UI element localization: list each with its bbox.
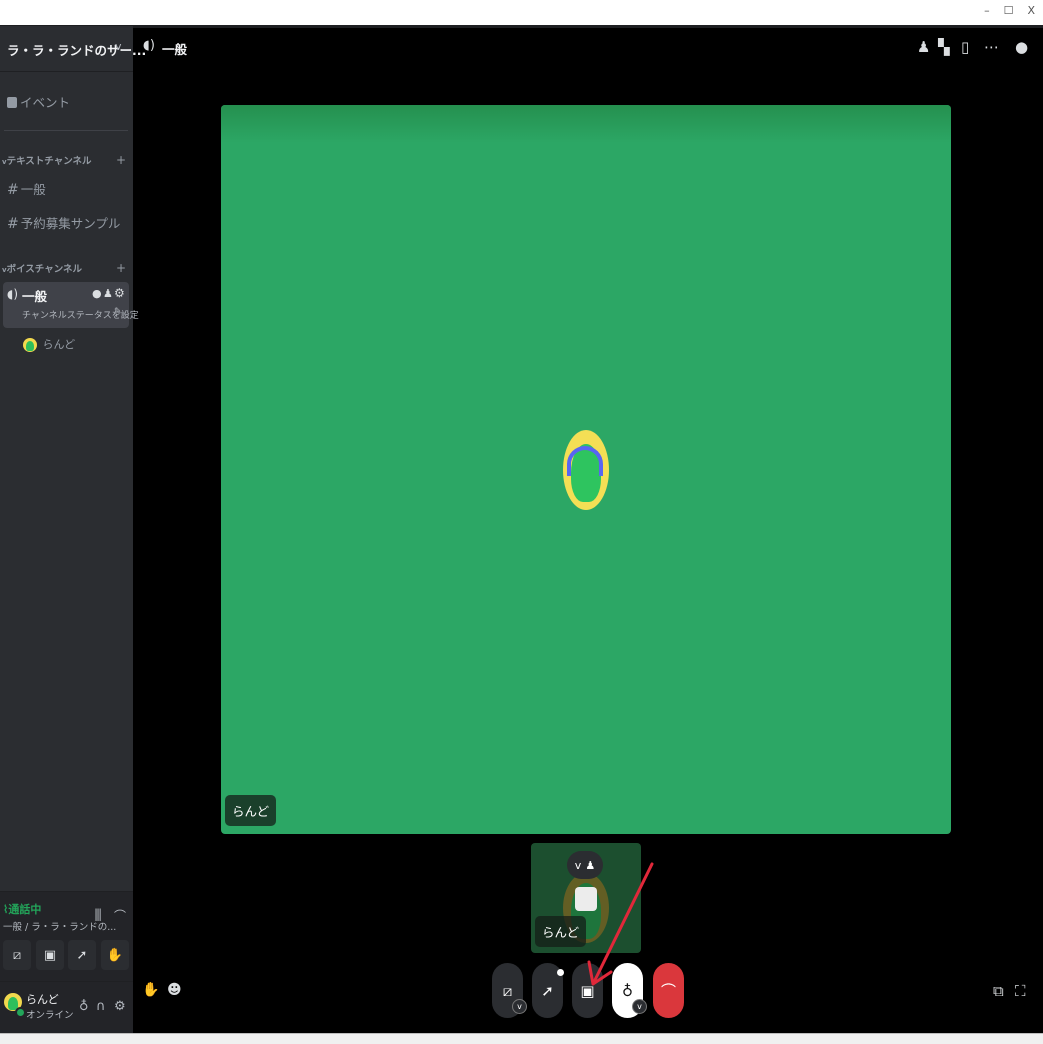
headphones-icon[interactable]: ∩ (96, 999, 106, 1014)
hash-icon: # (7, 216, 19, 232)
channel-item-general[interactable]: # 一般 (7, 179, 127, 198)
add-user-icon[interactable]: ♟ (103, 287, 113, 300)
settings-icon[interactable]: ⚙ (114, 999, 126, 1014)
window-controls: – ☐ X (984, 4, 1035, 17)
channel-sidebar: ラ・ラ・ランドのサー... v イベント vテキストチャンネル + # 一般 # 予… (0, 26, 146, 1033)
server-header[interactable]: ラ・ラ・ランドのサー... v (0, 26, 146, 72)
avatar (23, 338, 37, 352)
mic-toggle-button[interactable]: ♁ v (612, 963, 647, 1018)
camera-off-button[interactable]: ⧄ (3, 940, 31, 970)
add-user-icon[interactable]: ♟ (917, 38, 930, 56)
text-category-header[interactable]: vテキストチャンネル + (2, 153, 130, 167)
emoji-icon[interactable]: ☻ (167, 982, 182, 998)
screen-share-icon: ▣ (580, 981, 595, 1000)
chat-icon[interactable]: ● (92, 287, 102, 300)
online-status-dot (15, 1007, 26, 1018)
pencil-icon: ✎ (114, 307, 122, 317)
maximize-button[interactable]: ☐ (1004, 4, 1014, 17)
activity-icon: ➚ (76, 947, 88, 963)
thumbnail-user-label: らんど (535, 916, 587, 947)
channel-label: 一般 (20, 182, 46, 197)
settings-icon[interactable]: ⚙ (114, 286, 125, 300)
channel-label: 予約募集サンプル (20, 216, 121, 231)
noise-suppression-icon[interactable]: ||| (94, 907, 102, 921)
close-window-button[interactable]: X (1027, 4, 1035, 17)
chevron-down-icon: v (574, 858, 582, 872)
disconnect-icon: ⌒ (660, 982, 676, 1000)
screen-share-button[interactable]: ▣ (572, 963, 603, 1018)
add-channel-icon[interactable]: + (116, 153, 126, 167)
speaker-icon: ◖) (7, 287, 19, 301)
voice-user-name: らんど (42, 338, 76, 351)
activity-icon: ➚ (541, 981, 554, 1000)
avatar (563, 430, 609, 510)
camera-options-chevron[interactable]: v (512, 999, 527, 1014)
events-item[interactable]: イベント (7, 92, 127, 111)
voice-channel-label: 一般 (22, 289, 48, 304)
channel-item-reservation[interactable]: # 予約募集サンプル (7, 213, 127, 232)
mic-icon[interactable]: ♁ (79, 999, 89, 1014)
user-status: オンライン (26, 1010, 74, 1021)
add-channel-icon[interactable]: + (116, 261, 126, 275)
server-name: ラ・ラ・ランドのサー... (7, 43, 147, 58)
soundboard-icon: ✋ (106, 947, 124, 963)
voice-connected-status: ⌇通話中 (3, 903, 42, 916)
users-icon: ♟ (585, 858, 596, 872)
voice-user-item[interactable]: らんど (23, 336, 123, 352)
popout-icon[interactable]: ⧉ (993, 982, 1004, 1000)
speaker-icon: ◖) (143, 38, 155, 53)
taskbar-edge (0, 1033, 1043, 1044)
stage-user-label: らんど (225, 795, 277, 826)
hash-icon: # (7, 182, 19, 198)
popout-icon[interactable]: ▯ (961, 38, 969, 56)
voice-channel-item-general[interactable]: ◖) 一般 ● ♟ ⚙ チャンネルステータスを設定 ✎ (3, 282, 139, 328)
chat-icon[interactable]: ● (1015, 38, 1028, 56)
mic-options-chevron[interactable]: v (632, 999, 647, 1014)
soundboard-icon[interactable]: ✋ (142, 982, 159, 998)
voice-location[interactable]: 一般 / ラ・ラ・ランドの... (3, 919, 116, 933)
mic-icon: ♁ (622, 981, 633, 1000)
screen-share-icon: ▣ (43, 947, 57, 963)
top-strip (0, 25, 1043, 28)
minimize-button[interactable]: – (984, 4, 990, 17)
calendar-icon (7, 97, 17, 108)
soundboard-button[interactable]: ✋ (101, 940, 129, 970)
window-titlebar: – ☐ X (0, 0, 1043, 26)
disconnect-icon[interactable]: ⌒ (114, 907, 126, 924)
voice-category-header[interactable]: vボイスチャンネル + (2, 261, 130, 275)
stage-shade (221, 105, 951, 143)
thumbnail-controls[interactable]: v ♟ (567, 851, 603, 879)
camera-off-icon: ⧄ (502, 981, 513, 1000)
self-video-thumbnail[interactable]: v ♟ らんど (531, 843, 641, 953)
disconnect-button[interactable]: ⌒ (653, 963, 684, 1018)
events-label: イベント (20, 95, 71, 110)
headset-icon (567, 446, 603, 476)
screen-share-button[interactable]: ▣ (36, 940, 64, 970)
activity-button[interactable]: ➚ (532, 963, 564, 1018)
camera-toggle-button[interactable]: ⧄ v (492, 963, 527, 1018)
channel-title: 一般 (162, 42, 188, 57)
user-panel: らんど オンライン ♁ ∩ ⚙ (0, 981, 133, 1033)
sidebar-divider (4, 130, 128, 131)
screen-icon (575, 887, 597, 911)
voice-connection-panel: ⌇通話中 一般 / ラ・ラ・ランドの... ||| ⌒ ⧄ ▣ ➚ ✋ (0, 891, 133, 981)
activity-button[interactable]: ➚ (68, 940, 96, 970)
fullscreen-icon[interactable]: ⛶ (1015, 982, 1026, 1000)
more-icon[interactable]: ⋯ (984, 38, 999, 56)
video-stage[interactable]: らんど (221, 105, 951, 834)
camera-off-icon: ⧄ (12, 947, 22, 963)
grid-icon[interactable]: ▚ (938, 38, 950, 56)
chevron-down-icon: v (115, 40, 122, 53)
user-name[interactable]: らんど (26, 991, 59, 1007)
text-category-label: テキストチャンネル (6, 156, 92, 167)
notification-dot (557, 969, 564, 976)
voice-category-label: ボイスチャンネル (6, 264, 83, 275)
